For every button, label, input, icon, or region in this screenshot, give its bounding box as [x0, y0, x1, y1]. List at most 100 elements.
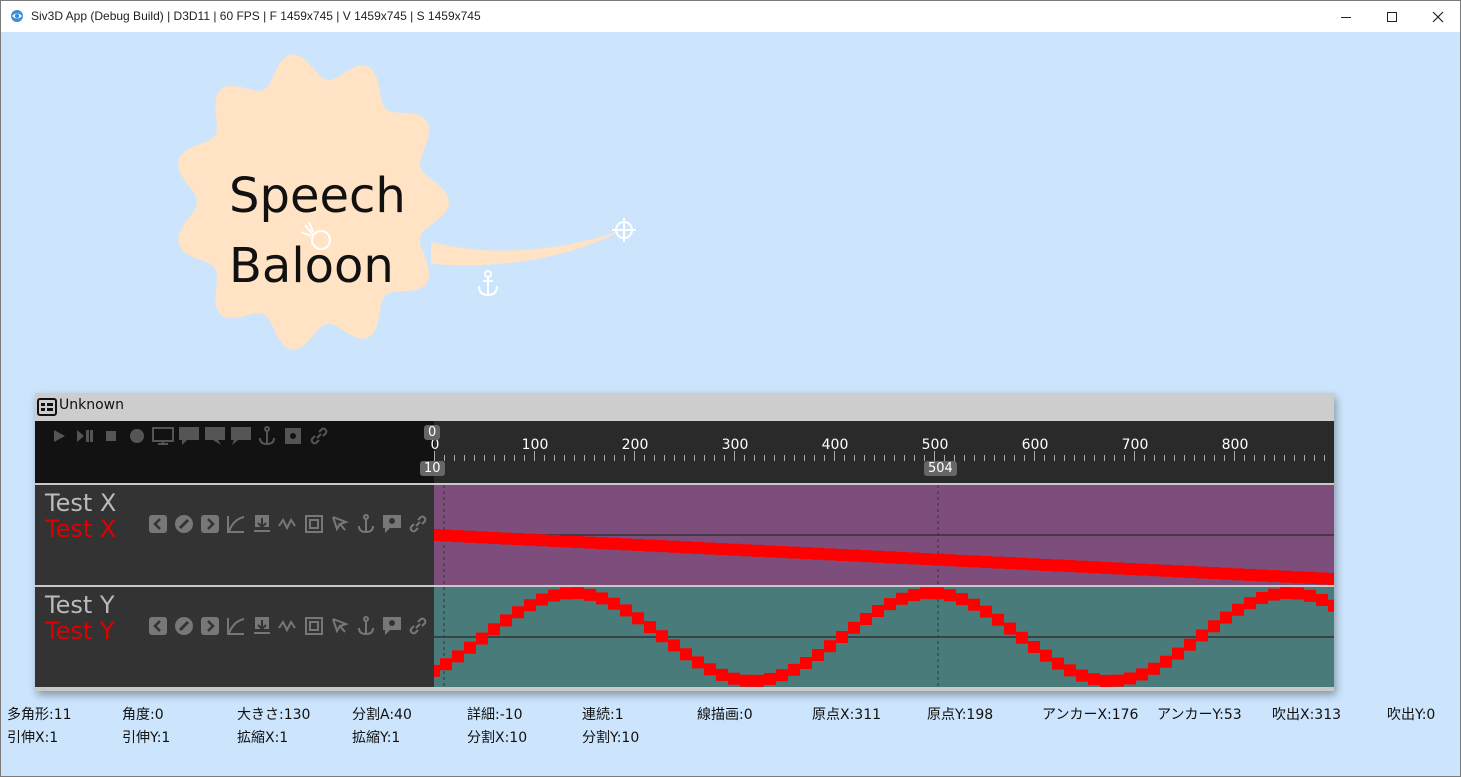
curve-y-keyframe[interactable] — [728, 672, 740, 685]
next-key-icon[interactable] — [199, 615, 221, 637]
curve-x-keyframe[interactable] — [560, 535, 572, 548]
curve-x-keyframe[interactable] — [788, 546, 800, 559]
curve-y-keyframe[interactable] — [1208, 620, 1220, 633]
curve-x-keyframe[interactable] — [932, 553, 944, 566]
curve-y-keyframe[interactable] — [1004, 622, 1016, 635]
next-key-icon[interactable] — [199, 513, 221, 535]
curve-y-keyframe[interactable] — [668, 639, 680, 652]
curve-x-keyframe[interactable] — [536, 534, 548, 547]
curve-x-keyframe[interactable] — [812, 547, 824, 560]
curve-y-keyframe[interactable] — [536, 593, 548, 606]
curve-x-keyframe[interactable] — [488, 531, 500, 544]
curve-x-keyframe[interactable] — [968, 555, 980, 568]
curve-x-keyframe[interactable] — [644, 539, 656, 552]
download-icon[interactable] — [251, 615, 273, 637]
timeline-header[interactable]: Unknown — [35, 393, 1334, 421]
curve-x-keyframe[interactable] — [740, 544, 752, 557]
stop-icon[interactable] — [99, 425, 123, 447]
curve-x-keyframe[interactable] — [1016, 557, 1028, 570]
range-start-label[interactable]: 10 — [420, 461, 445, 476]
curve-y-keyframe[interactable] — [1028, 640, 1040, 653]
curve-x-keyframe[interactable] — [860, 550, 872, 563]
curve-y-keyframe[interactable] — [764, 672, 776, 685]
curve-x-keyframe[interactable] — [1100, 561, 1112, 574]
crosshair-icon[interactable] — [612, 218, 636, 242]
curve-x-keyframe[interactable] — [836, 548, 848, 561]
curve-y-keyframe[interactable] — [1220, 611, 1232, 624]
settings-icon[interactable] — [381, 615, 403, 637]
curve-y-keyframe[interactable] — [932, 587, 944, 600]
curve-x-keyframe[interactable] — [584, 536, 596, 549]
curve-y-keyframe[interactable] — [1076, 669, 1088, 682]
curve-y-keyframe[interactable] — [1112, 674, 1124, 687]
curve-y-keyframe[interactable] — [740, 674, 752, 687]
curve-y-keyframe[interactable] — [1256, 592, 1268, 605]
curve-y-keyframe[interactable] — [752, 674, 764, 687]
playhead-top-label[interactable]: 0 — [424, 425, 441, 440]
timeline-ruler[interactable]: 0 100 200 300 400 500 600 700 800 0 10 504 — [420, 421, 1334, 483]
curve-y-keyframe[interactable] — [896, 592, 908, 605]
curve-x-keyframe[interactable] — [848, 549, 860, 562]
curve-x-keyframe[interactable] — [680, 541, 692, 554]
curve-y-keyframe[interactable] — [1064, 664, 1076, 677]
curve-x-keyframe[interactable] — [704, 542, 716, 555]
curve-x-keyframe[interactable] — [692, 541, 704, 554]
curve-y-keyframe[interactable] — [524, 599, 536, 612]
curve-x-keyframe[interactable] — [464, 530, 476, 543]
curve-x-keyframe[interactable] — [596, 537, 608, 550]
prev-key-icon[interactable] — [147, 615, 169, 637]
curve-x-keyframe[interactable] — [1076, 560, 1088, 573]
curve-y-keyframe[interactable] — [1040, 649, 1052, 662]
settings-icon[interactable] — [281, 425, 305, 447]
anchor-icon[interactable] — [478, 270, 498, 297]
curve-y-keyframe[interactable] — [1244, 597, 1256, 610]
curve-x-keyframe[interactable] — [620, 538, 632, 551]
curve-y-keyframe[interactable] — [968, 598, 980, 611]
curve-x-keyframe[interactable] — [1316, 572, 1328, 585]
curve-y-keyframe[interactable] — [572, 587, 584, 600]
track-curve-y[interactable] — [428, 587, 1340, 687]
curve-x-keyframe[interactable] — [920, 553, 932, 566]
curve-y-keyframe[interactable] — [980, 605, 992, 618]
curve-y-keyframe[interactable] — [908, 589, 920, 602]
curve-y-keyframe[interactable] — [788, 663, 800, 676]
curve-x-keyframe[interactable] — [500, 532, 512, 545]
curve-x-keyframe[interactable] — [956, 554, 968, 567]
cursor-icon[interactable] — [329, 513, 351, 535]
anchor-tool-icon[interactable] — [255, 425, 279, 447]
curve-y-keyframe[interactable] — [1316, 593, 1328, 606]
curve-x-keyframe[interactable] — [1124, 563, 1136, 576]
speech-bubble-icon[interactable] — [177, 425, 201, 447]
curve-y-keyframe[interactable] — [704, 663, 716, 676]
anchor-icon[interactable] — [355, 513, 377, 535]
curve-x-keyframe[interactable] — [944, 554, 956, 567]
curve-y-keyframe[interactable] — [512, 606, 524, 619]
curve-x-keyframe[interactable] — [908, 552, 920, 565]
speech-bubble-alt-icon[interactable] — [203, 425, 227, 447]
easing-icon[interactable] — [277, 513, 299, 535]
speech-balloon-tail[interactable] — [431, 230, 623, 266]
curve-x-keyframe[interactable] — [716, 543, 728, 556]
curve-y-keyframe[interactable] — [1088, 673, 1100, 686]
curve-x-keyframe[interactable] — [1328, 573, 1340, 585]
curve-y-keyframe[interactable] — [644, 621, 656, 634]
curve-x-keyframe[interactable] — [1268, 570, 1280, 583]
curve-y-keyframe[interactable] — [944, 589, 956, 602]
curve-y-keyframe[interactable] — [620, 604, 632, 617]
curve-y-keyframe[interactable] — [812, 648, 824, 661]
curve-y-keyframe[interactable] — [1136, 668, 1148, 681]
curve-y-keyframe[interactable] — [1100, 674, 1112, 687]
curve-y-keyframe[interactable] — [1148, 662, 1160, 675]
track-curve-x[interactable] — [428, 485, 1340, 585]
curve-y-keyframe[interactable] — [776, 669, 788, 682]
track-header-x[interactable]: Test X Test X — [35, 485, 434, 585]
curve-x-keyframe[interactable] — [1172, 565, 1184, 578]
record-icon[interactable] — [125, 425, 149, 447]
curve-x-keyframe[interactable] — [1088, 561, 1100, 574]
curve-x-keyframe[interactable] — [548, 534, 560, 547]
speech-bubble-square-icon[interactable] — [229, 425, 253, 447]
curve-y-keyframe[interactable] — [956, 593, 968, 606]
curve-y-keyframe[interactable] — [488, 623, 500, 636]
curve-x-keyframe[interactable] — [512, 533, 524, 546]
curve-y-keyframe[interactable] — [548, 589, 560, 602]
